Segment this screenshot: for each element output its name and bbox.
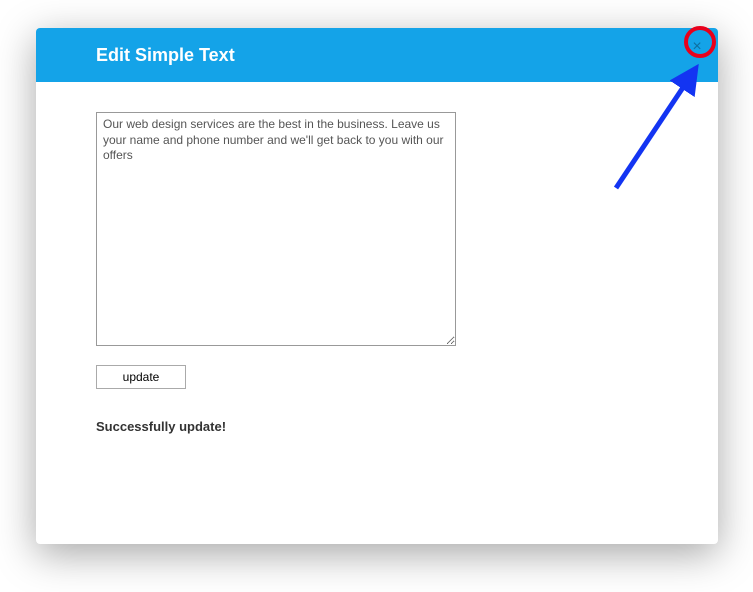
simple-text-textarea[interactable] xyxy=(96,112,456,346)
modal-title: Edit Simple Text xyxy=(96,45,235,66)
status-message: Successfully update! xyxy=(96,419,658,434)
close-icon[interactable]: × xyxy=(690,40,704,54)
update-button[interactable]: update xyxy=(96,365,186,389)
edit-simple-text-modal: Edit Simple Text × update Successfully u… xyxy=(36,28,718,544)
modal-body: update Successfully update! xyxy=(36,82,718,454)
modal-header: Edit Simple Text × xyxy=(36,28,718,82)
